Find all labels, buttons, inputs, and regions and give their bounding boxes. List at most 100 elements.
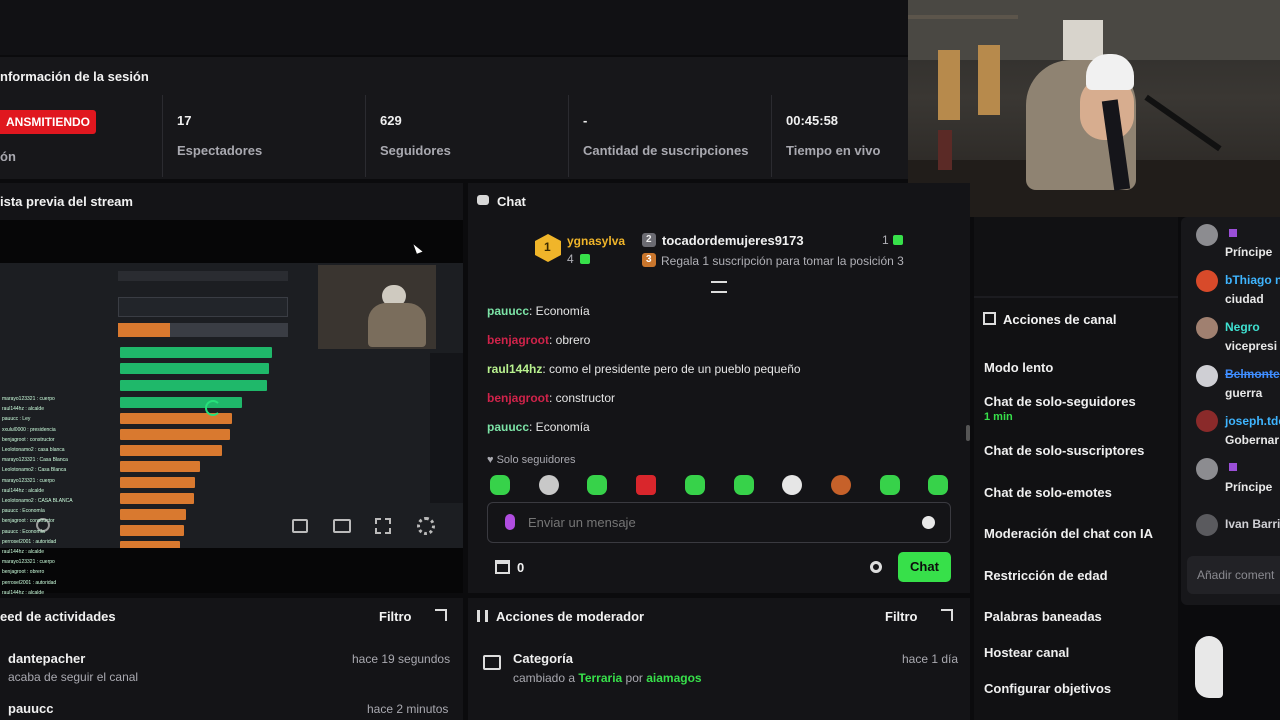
feed-item-action: acaba de seguir el canal <box>8 670 139 684</box>
overlay-chat-line: pauucc : Economía <box>2 508 45 515</box>
overlay-chat-line: pauucc : Economía <box>2 528 45 535</box>
overlay-chat-line: benjagroot : obrero <box>2 569 45 576</box>
overlay-chat-line: Leolotonamo2 : casa blanca <box>2 447 65 453</box>
chat-username[interactable]: raul144hz <box>487 362 542 376</box>
ai-moderation-action[interactable]: Moderación del chat con IA <box>984 526 1153 541</box>
chat-scrollbar[interactable] <box>966 425 970 441</box>
settings-gear-icon[interactable] <box>417 517 435 535</box>
stat-value: - <box>583 113 588 128</box>
stat-label: Tiempo en vivo <box>786 143 881 158</box>
side-chat-text: guerra <box>1225 386 1263 400</box>
heart-icon: ♥ <box>487 454 497 466</box>
mod-action-prefix: cambiado a <box>513 671 576 685</box>
emote-icon[interactable] <box>685 475 705 495</box>
emotes-only-chat-action[interactable]: Chat de solo-emotes <box>984 485 1112 500</box>
badge-icon <box>1229 229 1237 237</box>
microphone-icon[interactable] <box>505 514 515 530</box>
mod-action-moderator[interactable]: aiamagos <box>646 671 701 685</box>
chat-message: benjagroot: obrero <box>487 333 590 347</box>
badge-icon <box>1229 463 1237 471</box>
emote-icon[interactable] <box>490 475 510 495</box>
avatar <box>1196 270 1218 292</box>
collapse-leaderboard-icon[interactable] <box>711 281 727 293</box>
configure-goals-action[interactable]: Configurar objetivos <box>984 681 1111 696</box>
channel-points-count: 0 <box>517 560 525 575</box>
chat-message-input[interactable] <box>528 510 898 534</box>
followers-only-label: Solo seguidores <box>496 454 576 466</box>
emote-icon[interactable] <box>734 475 754 495</box>
side-chat-user[interactable]: joseph.tde <box>1225 414 1280 428</box>
leader-1-name[interactable]: ygnasylva <box>567 234 625 248</box>
side-chat-user[interactable]: Belmonte <box>1225 367 1280 381</box>
chat-title: Chat <box>497 194 526 209</box>
mod-action-category[interactable]: Terraria <box>578 671 622 685</box>
emote-icon[interactable] <box>831 475 851 495</box>
chat-text: : constructor <box>549 391 616 405</box>
followers-only-chat-action[interactable]: Chat de solo-seguidores <box>984 394 1136 409</box>
send-chat-button[interactable]: Chat <box>898 552 951 582</box>
overlay-chat-line: pauucc : Ley <box>2 416 31 423</box>
rank-1-number: 1 <box>544 240 551 254</box>
chat-message: raul144hz: como el presidente pero de un… <box>487 362 801 376</box>
chat-username[interactable]: pauucc <box>487 420 529 434</box>
gift-sub-prompt[interactable]: Regala 1 suscripción para tomar la posic… <box>661 254 904 268</box>
emote-icon[interactable] <box>587 475 607 495</box>
side-chat-user[interactable]: bThiago n <box>1225 273 1280 287</box>
emote-icon[interactable] <box>539 475 559 495</box>
store-icon[interactable] <box>495 560 510 574</box>
stat-value: 17 <box>177 113 192 128</box>
divider <box>974 296 1178 298</box>
rank-3-number: 3 <box>646 254 652 265</box>
miniplayer-icon[interactable] <box>292 519 308 533</box>
chat-username[interactable]: benjagroot <box>487 391 549 405</box>
emoji-picker-icon[interactable] <box>922 516 935 529</box>
avatar <box>1196 365 1218 387</box>
channel-actions-title: Acciones de canal <box>1003 312 1117 327</box>
chat-username[interactable]: benjagroot <box>487 333 549 347</box>
popout-icon[interactable] <box>435 609 447 621</box>
overlay-chat-line: perrosel2001 : autoridad <box>2 538 57 545</box>
overlay-chat-line: marayo123321 : Casa Blanca <box>2 457 68 464</box>
popout-icon[interactable] <box>941 609 953 621</box>
chat-text: : Economía <box>529 420 590 434</box>
subscribers-only-chat-action[interactable]: Chat de solo-suscriptores <box>984 443 1144 458</box>
banned-words-action[interactable]: Palabras baneadas <box>984 609 1102 624</box>
chat-username[interactable]: pauucc <box>487 304 529 318</box>
gift-icon <box>893 235 903 245</box>
fullscreen-icon[interactable] <box>375 518 391 534</box>
emote-icon[interactable] <box>880 475 900 495</box>
host-channel-action[interactable]: Hostear canal <box>984 645 1069 660</box>
emote-icon[interactable] <box>636 475 656 495</box>
emote-icon[interactable] <box>782 475 802 495</box>
feed-item-user[interactable]: dantepacher <box>8 651 85 666</box>
stat-label: Seguidores <box>380 143 451 158</box>
chat-message: pauucc: Economía <box>487 304 590 318</box>
chat-settings-gear-icon[interactable] <box>870 561 882 573</box>
emote-icon[interactable] <box>928 475 948 495</box>
stat-label: Cantidad de suscripciones <box>583 143 749 158</box>
activity-feed-filter[interactable]: Filtro <box>379 609 412 624</box>
rank-2-number: 2 <box>646 234 652 245</box>
side-chat-user[interactable]: Negro <box>1225 320 1260 334</box>
theater-mode-icon[interactable] <box>333 519 351 533</box>
side-chat-user[interactable]: Ivan Barri <box>1225 517 1280 531</box>
preview-inner-frame <box>0 263 463 548</box>
live-status-label: ón <box>0 149 16 164</box>
stream-preview-title: ista previa del stream <box>0 194 133 209</box>
stat-followers: 629 Seguidores <box>365 95 568 177</box>
feed-item-time: hace 19 segundos <box>352 652 451 666</box>
top-bar <box>0 0 908 55</box>
leader-2-name[interactable]: tocadordemujeres9173 <box>662 233 804 248</box>
feed-item-user[interactable]: pauucc <box>8 701 54 716</box>
age-restriction-action[interactable]: Restricción de edad <box>984 568 1108 583</box>
toucan-logo-icon <box>1195 636 1223 698</box>
stat-value: 629 <box>380 113 402 128</box>
slow-mode-action[interactable]: Modo lento <box>984 360 1053 375</box>
gift-icon <box>580 254 590 264</box>
overlay-chat-line: Leolotonamo2 : CASA BLANCA <box>2 498 73 504</box>
stat-live-time: 00:45:58 Tiempo en vivo <box>771 95 908 177</box>
avatar <box>1196 514 1218 536</box>
side-chat-input-placeholder[interactable]: Añadir coment <box>1197 568 1274 582</box>
session-title: nformación de la sesión <box>0 69 149 84</box>
moderator-actions-filter[interactable]: Filtro <box>885 609 918 624</box>
